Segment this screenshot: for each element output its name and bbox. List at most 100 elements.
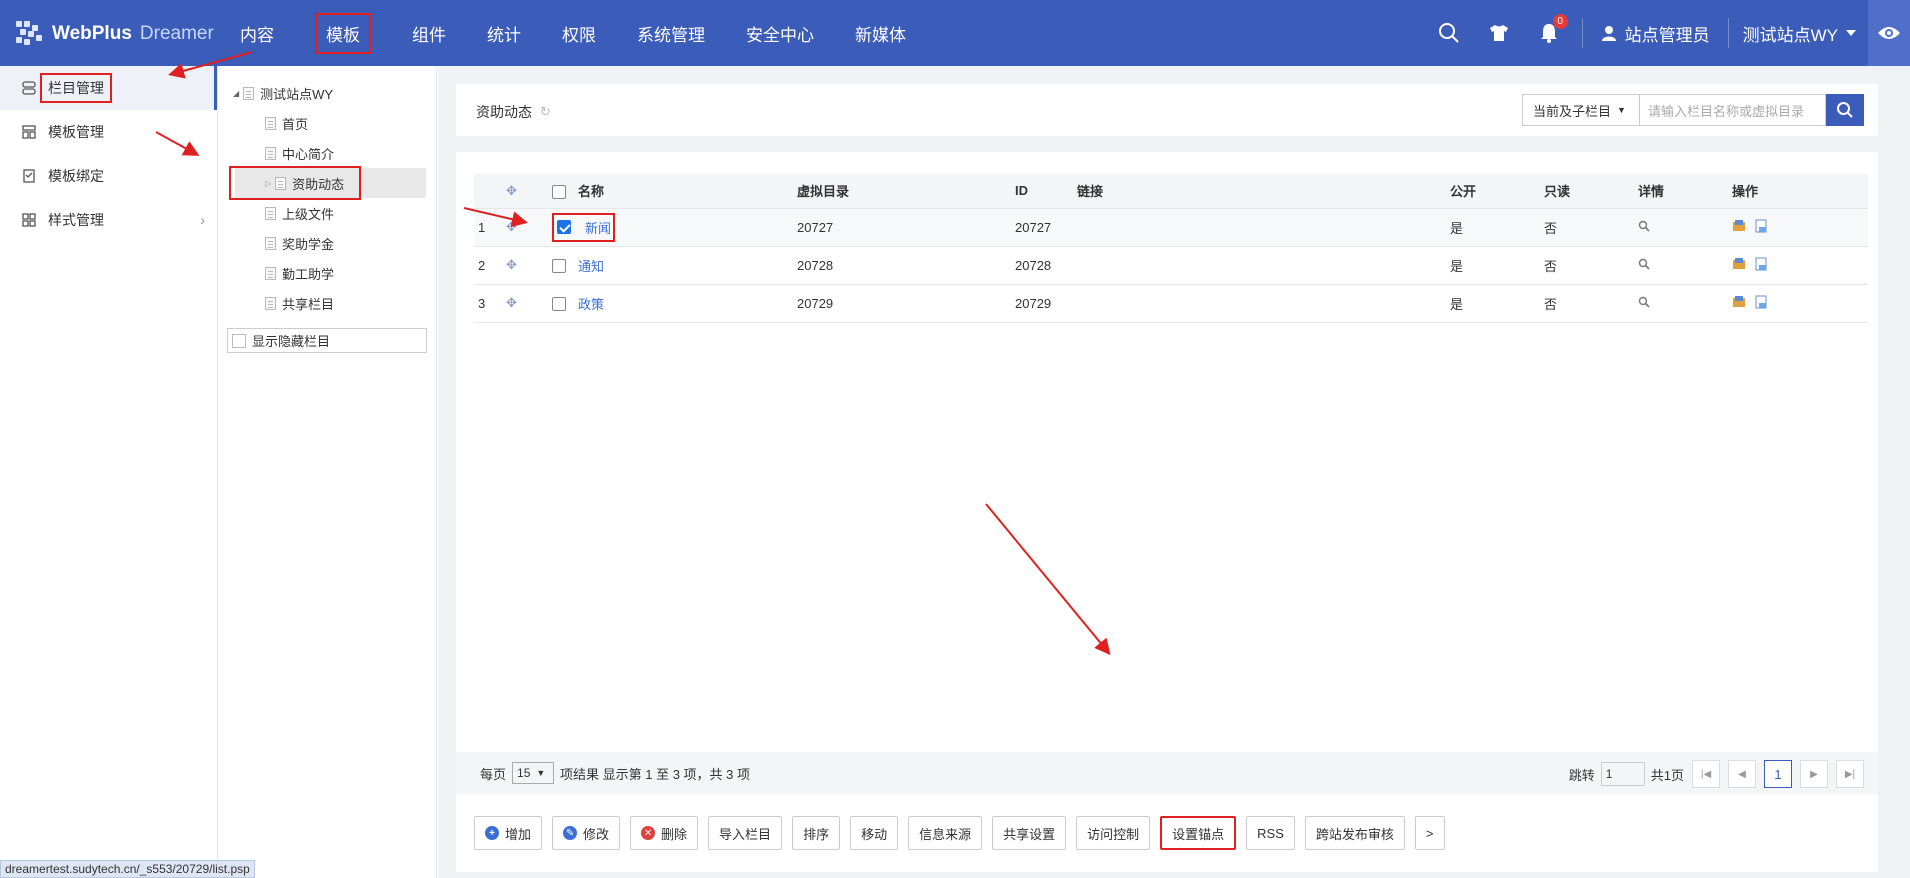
column-table: ✥ 名称 虚拟目录 ID 链接 公开 只读 详情 操作 1 ✥ 新闻 20727… <box>474 174 1868 323</box>
site-switcher[interactable]: 测试站点WY <box>1743 21 1856 46</box>
page-icon <box>265 236 276 250</box>
first-page-icon[interactable]: |◀ <box>1692 760 1720 788</box>
per-page-select[interactable]: 15 ▼ <box>512 762 555 784</box>
edit-icon[interactable] <box>1732 257 1746 271</box>
column-name-link[interactable]: 新闻 <box>585 218 611 237</box>
status-url: dreamertest.sudytech.cn/_s553/20729/list… <box>0 860 255 878</box>
info-source-button[interactable]: 信息来源 <box>908 816 983 850</box>
import-columns-button[interactable]: 导入栏目 <box>708 816 783 850</box>
delete-button[interactable]: ✕ 删除 <box>630 816 699 850</box>
top-right-tools: 0 站点管理员 测试站点WY <box>1424 0 1910 66</box>
page-icon <box>265 266 276 280</box>
preview-eye-icon[interactable] <box>1868 0 1910 66</box>
col-virtual-dir[interactable]: 虚拟目录 <box>793 174 1011 209</box>
row-actions <box>1728 208 1868 247</box>
sort-button[interactable]: 排序 <box>792 816 841 850</box>
refresh-icon[interactable]: ↻ <box>540 104 551 120</box>
col-id[interactable]: ID <box>1011 174 1073 209</box>
nav-template[interactable]: 模板 <box>315 0 371 66</box>
move-button[interactable]: 移动 <box>850 816 899 850</box>
tree-node[interactable]: 中心简介 <box>219 138 436 168</box>
tree-node[interactable]: 上级文件 <box>219 198 436 228</box>
col-public[interactable]: 公开 <box>1446 174 1540 209</box>
table-row[interactable]: 1 ✥ 新闻 20727 20727 是 否 <box>474 208 1868 247</box>
drag-all-icon[interactable]: ✥ <box>502 174 548 209</box>
search-button[interactable] <box>1826 94 1864 126</box>
row-checkbox[interactable] <box>557 220 571 234</box>
scope-select[interactable]: 当前及子栏目 ▼ <box>1522 94 1640 126</box>
close-icon: ✕ <box>641 826 656 840</box>
last-page-icon[interactable]: ▶| <box>1836 760 1864 788</box>
column-tree: ◢ 测试站点WY 首页 中心简介 ▷ 资助动态 上级文件 奖助学金 勤工助学 共… <box>219 66 437 878</box>
detail-magnifier-icon[interactable] <box>1634 246 1728 285</box>
nav-system[interactable]: 系统管理 <box>637 0 705 66</box>
share-settings-button[interactable]: 共享设置 <box>992 816 1067 850</box>
tree-node[interactable]: 勤工助学 <box>219 258 436 288</box>
bell-icon[interactable]: 0 <box>1538 14 1568 44</box>
column-name-link[interactable]: 通知 <box>578 259 604 274</box>
tree-collapse-icon[interactable]: ◢ <box>233 89 239 98</box>
col-name[interactable]: 名称 <box>574 174 793 209</box>
user-icon <box>1601 26 1616 41</box>
document-icon[interactable] <box>1754 257 1768 271</box>
public-value: 是 <box>1446 208 1540 247</box>
drag-handle-icon[interactable]: ✥ <box>502 208 548 247</box>
set-anchor-button[interactable]: 设置锚点 <box>1160 816 1237 850</box>
add-button[interactable]: + 增加 <box>474 816 543 850</box>
table-row[interactable]: 3 ✥ 政策 20729 20729 是 否 <box>474 284 1868 323</box>
tree-node[interactable]: 首页 <box>219 108 436 138</box>
header-panel: 资助动态 ↻ 当前及子栏目 ▼ 请输入栏目名称或虚拟目录 <box>456 84 1878 136</box>
row-checkbox[interactable] <box>548 246 574 285</box>
tree-node-selected[interactable]: ▷ 资助动态 <box>229 166 426 200</box>
sidebar-item-column-management[interactable]: 栏目管理 <box>0 66 217 110</box>
sidebar-item-label: 模板管理 <box>48 124 104 140</box>
search-input[interactable]: 请输入栏目名称或虚拟目录 <box>1640 94 1826 126</box>
tree-node[interactable]: 奖助学金 <box>219 228 436 258</box>
nav-content[interactable]: 内容 <box>240 0 274 66</box>
nav-new-media[interactable]: 新媒体 <box>855 0 906 66</box>
column-name-link[interactable]: 政策 <box>578 297 604 312</box>
drag-handle-icon[interactable]: ✥ <box>502 246 548 285</box>
sidebar-item-template-binding[interactable]: 模板绑定 <box>0 154 217 198</box>
detail-magnifier-icon[interactable] <box>1634 284 1728 323</box>
main-area: 资助动态 ↻ 当前及子栏目 ▼ 请输入栏目名称或虚拟目录 ✥ 名称 虚拟目录 ID… <box>438 66 1910 878</box>
table-row[interactable]: 2 ✥ 通知 20728 20728 是 否 <box>474 246 1868 285</box>
checkbox[interactable] <box>232 333 246 348</box>
access-control-button[interactable]: 访问控制 <box>1076 816 1151 850</box>
edit-icon[interactable] <box>1732 295 1746 309</box>
prev-page-icon[interactable]: ◀ <box>1728 760 1756 788</box>
col-link[interactable]: 链接 <box>1073 174 1446 209</box>
cross-site-review-button[interactable]: 跨站发布审核 <box>1304 816 1405 850</box>
sidebar-item-template-management[interactable]: 模板管理 <box>0 110 217 154</box>
detail-magnifier-icon[interactable] <box>1634 208 1728 247</box>
nav-permission[interactable]: 权限 <box>562 0 596 66</box>
next-page-icon[interactable]: ▶ <box>1800 760 1828 788</box>
user-menu[interactable]: 站点管理员 <box>1601 21 1710 46</box>
nav-component[interactable]: 组件 <box>412 0 446 66</box>
column-id: 20729 <box>1011 284 1073 323</box>
tree-node[interactable]: 共享栏目 <box>219 288 436 318</box>
nav-security[interactable]: 安全中心 <box>746 0 814 66</box>
rss-button[interactable]: RSS <box>1246 816 1295 850</box>
row-checkbox[interactable] <box>548 284 574 323</box>
theme-shirt-icon[interactable] <box>1488 22 1510 44</box>
readonly-value: 否 <box>1540 284 1634 323</box>
edit-button[interactable]: ✎ 修改 <box>552 816 621 850</box>
site-icon <box>243 86 255 100</box>
more-actions-button[interactable]: > <box>1414 816 1445 850</box>
show-hidden-columns-checkbox[interactable]: 显示隐藏栏目 <box>227 328 427 353</box>
jump-input[interactable]: 1 <box>1600 762 1645 786</box>
search-icon[interactable] <box>1438 22 1460 44</box>
sidebar-item-style-management[interactable]: 样式管理 › <box>0 198 217 242</box>
document-icon[interactable] <box>1754 295 1768 309</box>
logo-icon <box>14 19 44 49</box>
nav-statistics[interactable]: 统计 <box>487 0 521 66</box>
drag-handle-icon[interactable]: ✥ <box>502 284 548 323</box>
document-icon[interactable] <box>1754 219 1768 233</box>
tree-root-node[interactable]: ◢ 测试站点WY <box>219 78 436 108</box>
edit-icon[interactable] <box>1732 219 1746 233</box>
page-button-current[interactable]: 1 <box>1764 760 1792 788</box>
col-readonly[interactable]: 只读 <box>1540 174 1634 209</box>
select-all-checkbox[interactable] <box>548 174 574 209</box>
logo[interactable]: WebPlus Dreamer <box>14 14 214 54</box>
